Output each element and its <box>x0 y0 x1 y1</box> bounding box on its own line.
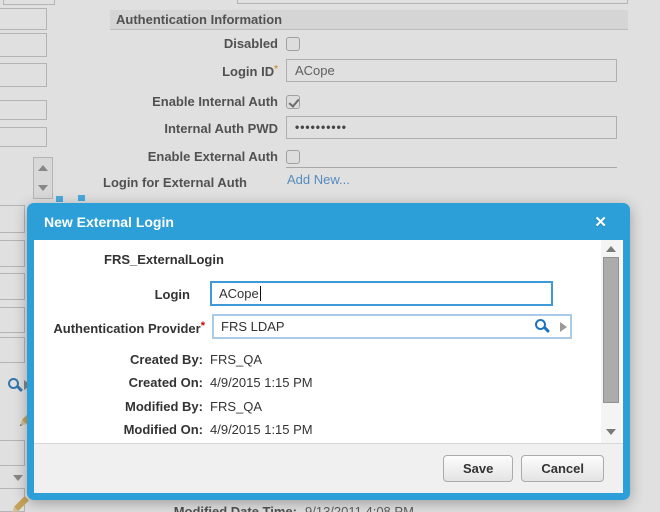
login-input[interactable]: ACope <box>210 281 553 306</box>
close-icon[interactable]: ✕ <box>594 213 607 231</box>
resize-grip <box>56 196 63 202</box>
new-external-login-dialog: New External Login ✕ FRS_ExternalLogin L… <box>27 203 630 500</box>
dialog-header[interactable]: New External Login ✕ <box>34 203 623 240</box>
auth-provider-label-text: Authentication Provider <box>53 321 200 336</box>
login-label: Login <box>34 287 190 302</box>
created-on-value: 4/9/2015 1:15 PM <box>210 375 313 390</box>
modified-by-value: FRS_QA <box>210 399 262 414</box>
search-icon[interactable] <box>535 319 546 330</box>
scrollbar[interactable] <box>601 240 621 443</box>
modified-by-label: Modified By: <box>34 399 203 414</box>
auth-provider-label: Authentication Provider* <box>34 320 205 336</box>
scroll-up-icon[interactable] <box>606 246 616 252</box>
chevron-right-icon[interactable] <box>560 322 567 332</box>
screen: Authentication Information Disabled Logi… <box>0 0 660 512</box>
dialog-title: New External Login <box>44 214 594 230</box>
dialog-body: FRS_ExternalLogin Login ACope Authentica… <box>34 240 623 443</box>
record-title: FRS_ExternalLogin <box>104 252 224 267</box>
dialog-footer: Save Cancel <box>34 443 623 493</box>
created-by-label: Created By: <box>34 352 203 367</box>
scrollbar-thumb[interactable] <box>603 257 619 403</box>
modified-on-value: 4/9/2015 1:15 PM <box>210 422 313 437</box>
login-input-value: ACope <box>219 286 259 301</box>
text-caret <box>260 286 261 301</box>
scroll-down-icon[interactable] <box>606 429 616 435</box>
created-by-value: FRS_QA <box>210 352 262 367</box>
required-marker: * <box>201 320 205 332</box>
auth-provider-lookup[interactable]: FRS LDAP <box>212 314 572 339</box>
modified-on-label: Modified On: <box>34 422 203 437</box>
resize-grip <box>78 195 85 201</box>
cancel-button[interactable]: Cancel <box>521 455 604 482</box>
save-button[interactable]: Save <box>443 455 513 482</box>
auth-provider-value: FRS LDAP <box>221 319 285 334</box>
created-on-label: Created On: <box>34 375 203 390</box>
